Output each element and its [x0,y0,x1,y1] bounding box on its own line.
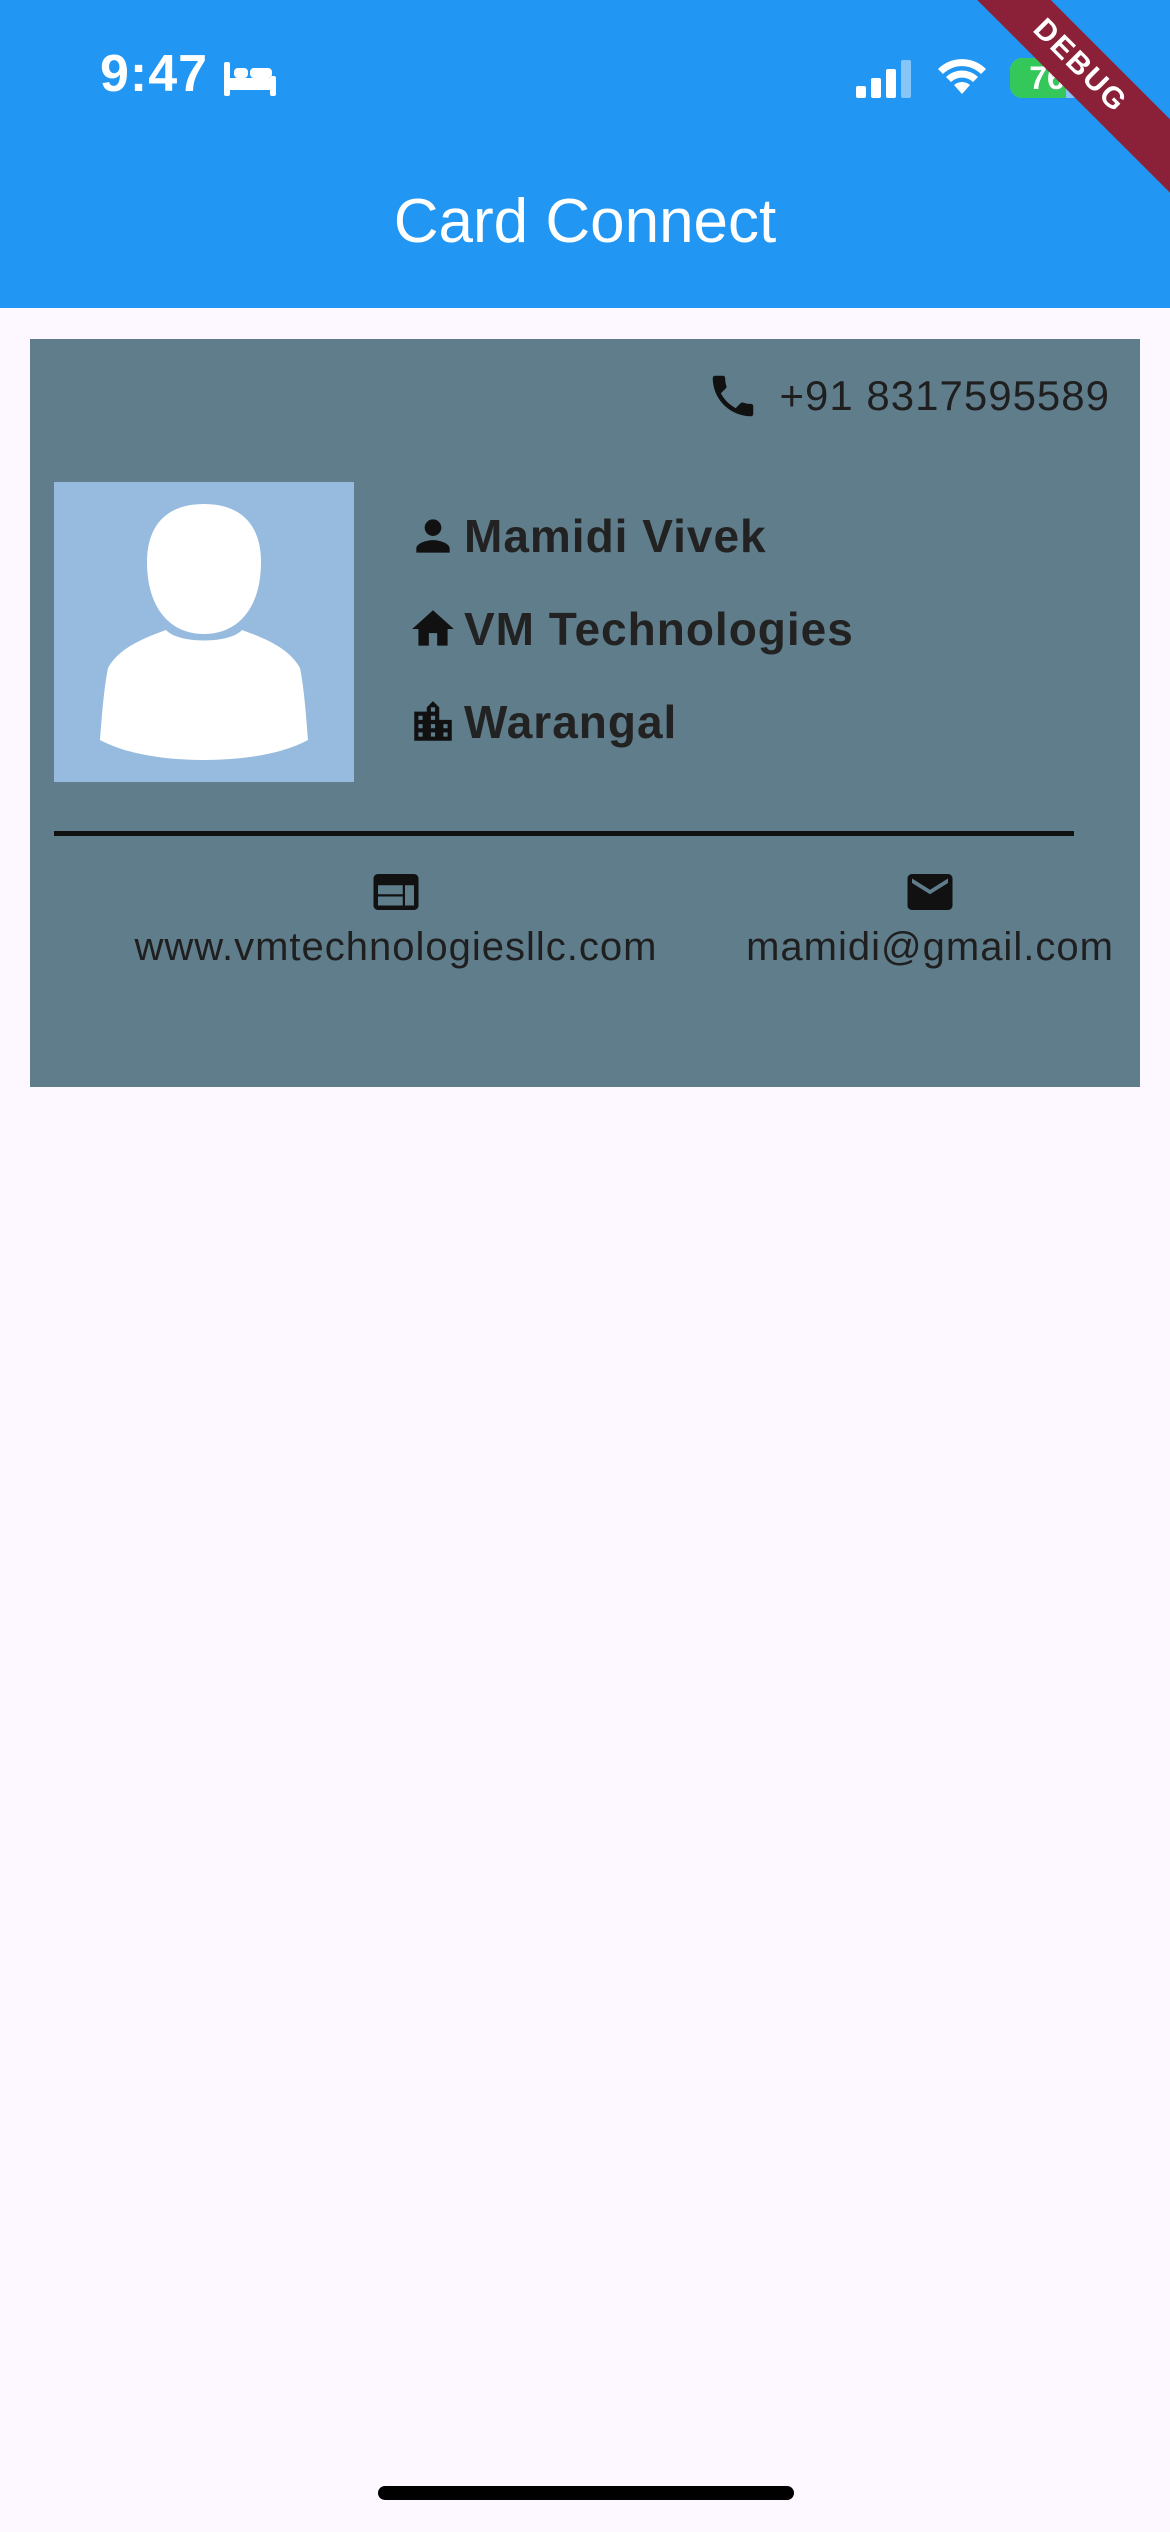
card-company: VM Technologies [464,603,854,655]
phone-row[interactable]: +91 8317595589 [706,369,1111,423]
home-icon [412,610,454,646]
web-icon [373,874,419,910]
app-bar: 9:47 76 DEBUG Card Connect [0,0,1170,308]
email-link[interactable]: mamidi@gmail.com [690,925,1170,970]
page-title: Card Connect [393,187,777,256]
mail-icon [907,874,953,910]
home-indicator[interactable] [378,2486,794,2500]
email-contact[interactable]: mamidi@gmail.com [690,865,1170,970]
divider [54,831,1074,836]
debug-banner: DEBUG [948,0,1170,198]
person-icon [416,519,450,553]
bed-icon [224,62,276,96]
website-link[interactable]: www.vmtechnologiesllc.com [76,925,716,970]
status-time: 9:47 [100,45,209,103]
card-name: Mamidi Vivek [464,510,767,562]
company-row: VM Technologies [408,602,854,656]
card-city: Warangal [464,696,678,748]
cellular-signal-icon [856,60,911,98]
city-row: Warangal [408,695,677,749]
phone-icon [712,375,753,417]
avatar [54,482,354,782]
person-silhouette-icon [100,504,308,760]
business-card: +91 8317595589 Mamidi Vivek VM Technolog… [30,339,1140,1087]
city-icon [414,701,452,741]
name-row: Mamidi Vivek [408,509,767,563]
wifi-icon [938,59,986,94]
phone-number: +91 8317595589 [779,372,1110,419]
website-contact[interactable]: www.vmtechnologiesllc.com [76,865,716,970]
